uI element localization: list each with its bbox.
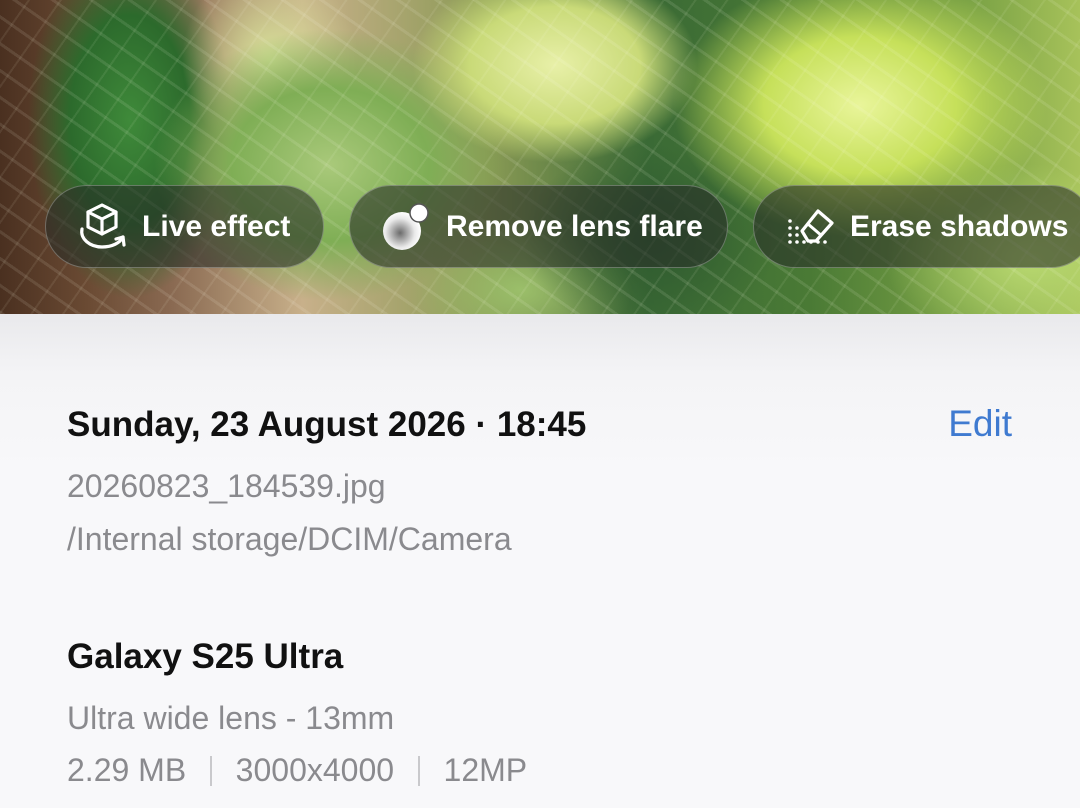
file-size: 2.29 MB — [67, 752, 187, 788]
lens-flare-icon — [378, 199, 434, 255]
file-name: 20260823_184539.jpg — [67, 468, 386, 504]
remove-lens-flare-button[interactable]: Remove lens flare — [349, 185, 728, 268]
device-name: Galaxy S25 Ultra — [67, 637, 344, 676]
live-effect-button[interactable]: Live effect — [45, 185, 324, 268]
live-effect-label: Live effect — [142, 209, 291, 243]
resolution: 3000x4000 — [235, 752, 395, 788]
edit-button[interactable]: Edit — [948, 403, 1012, 445]
divider — [210, 755, 212, 786]
eraser-icon — [782, 199, 838, 255]
cube-rotate-icon — [74, 199, 130, 255]
erase-shadows-button[interactable]: Erase shadows — [753, 185, 1080, 268]
date-time-title: Sunday, 23 August 2026 · 18:45 — [67, 405, 587, 444]
erase-shadows-label: Erase shadows — [850, 209, 1069, 243]
lens-info: Ultra wide lens - 13mm — [67, 700, 395, 736]
image-specs: 2.29 MB 3000x4000 12MP — [67, 752, 527, 789]
photo-preview[interactable]: Live effect Remove lens flare Erase shad… — [0, 0, 1080, 314]
divider — [418, 755, 420, 786]
remove-lens-flare-label: Remove lens flare — [446, 209, 703, 243]
megapixels: 12MP — [443, 752, 528, 788]
file-path: /Internal storage/DCIM/Camera — [67, 521, 512, 557]
